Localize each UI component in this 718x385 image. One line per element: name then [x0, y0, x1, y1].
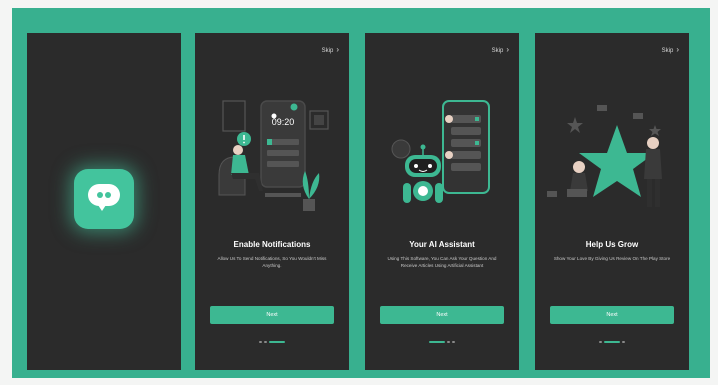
chevron-right-icon: ›: [506, 45, 509, 54]
chat-message-2: [451, 127, 481, 135]
skip-label: Skip: [491, 48, 504, 54]
robot-arm-right: [435, 183, 443, 203]
avatar-icon: [445, 115, 453, 123]
screen-description: Using This Software, You Can Ask Your Qu…: [387, 256, 497, 268]
window-frame-icon: [222, 100, 246, 132]
chat-message-4: [451, 151, 481, 159]
skip-button[interactable]: Skip ›: [322, 45, 339, 54]
small-star-icon: [567, 117, 583, 133]
page-dot: [622, 340, 625, 343]
skip-label: Skip: [321, 48, 334, 54]
chat-bubble-small: [633, 113, 643, 119]
page-indicator: [365, 333, 519, 343]
plant-leaves-icon: [302, 171, 320, 199]
app-icon: [74, 169, 134, 229]
showcase-background: Skip › 09:20 Enable Notifications Allow …: [12, 8, 710, 378]
page-dot: [447, 340, 450, 343]
screen-title: Help Us Grow: [585, 240, 639, 249]
notification-illustration: 09:20: [218, 100, 329, 211]
help-us-grow-screen: Skip › Help Us Grow Show Your Love By Giv…: [535, 33, 689, 370]
skip-label: Skip: [661, 48, 674, 54]
avatar-icon: [445, 151, 453, 159]
picture-frame-inner: [314, 115, 324, 125]
page-dot: [259, 340, 262, 343]
ai-assistant-illustration: [391, 100, 490, 203]
laptop-icon: [567, 189, 587, 197]
robot-arm-left: [403, 183, 411, 203]
camera-dot: [290, 103, 298, 111]
plant-pot-icon: [303, 199, 315, 211]
bubble-eye-left: [97, 192, 103, 198]
small-star-icon: [649, 125, 661, 136]
review-illustration: [547, 105, 662, 207]
notification-accent: [267, 139, 272, 145]
person-head: [647, 137, 659, 149]
page-dot-active: [269, 340, 285, 343]
notification-bar-3: [267, 161, 299, 167]
chevron-right-icon: ›: [676, 45, 679, 54]
page-dot: [452, 340, 455, 343]
lock-dot: [271, 113, 277, 119]
bubble-tail: [96, 202, 108, 211]
skip-button[interactable]: Skip ›: [492, 45, 509, 54]
bubble-eye-right: [105, 192, 111, 198]
person-head: [573, 161, 585, 173]
floor-line: [265, 193, 301, 197]
screen-title: Your AI Assistant: [409, 240, 475, 249]
decor-circle: [391, 139, 411, 159]
notifications-screen: Skip › 09:20 Enable Notifications Allow …: [195, 33, 349, 370]
chat-bubble-small: [547, 191, 557, 197]
chat-bubble-small: [597, 105, 607, 111]
chat-message-5: [451, 163, 481, 171]
big-star-icon: [579, 125, 655, 197]
page-dot: [264, 340, 267, 343]
chevron-right-icon: ›: [336, 45, 339, 54]
next-button[interactable]: Next: [550, 306, 674, 324]
page-indicator: [535, 333, 689, 343]
screen-title: Enable Notifications: [233, 240, 311, 249]
page-dot-active: [429, 340, 445, 343]
notification-bar-2: [267, 150, 299, 156]
page-dot-active: [604, 340, 620, 343]
person-body: [644, 149, 662, 179]
screen-description: Allow Us To Send Notifications, So You W…: [217, 256, 327, 268]
person-head: [233, 145, 243, 155]
next-button[interactable]: Next: [380, 306, 504, 324]
page-dot: [599, 340, 602, 343]
page-indicator: [195, 333, 349, 343]
next-button[interactable]: Next: [210, 306, 334, 324]
person-body: [570, 173, 588, 191]
ai-assistant-screen: Skip › Your AI Assistant Using This Soft…: [365, 33, 519, 370]
skip-button[interactable]: Skip ›: [662, 45, 679, 54]
screen-description: Show Your Love By Giving Us Review On Th…: [553, 256, 671, 261]
splash-screen: [27, 33, 181, 370]
phone-time: 09:20: [272, 117, 295, 127]
person-body: [231, 155, 249, 175]
